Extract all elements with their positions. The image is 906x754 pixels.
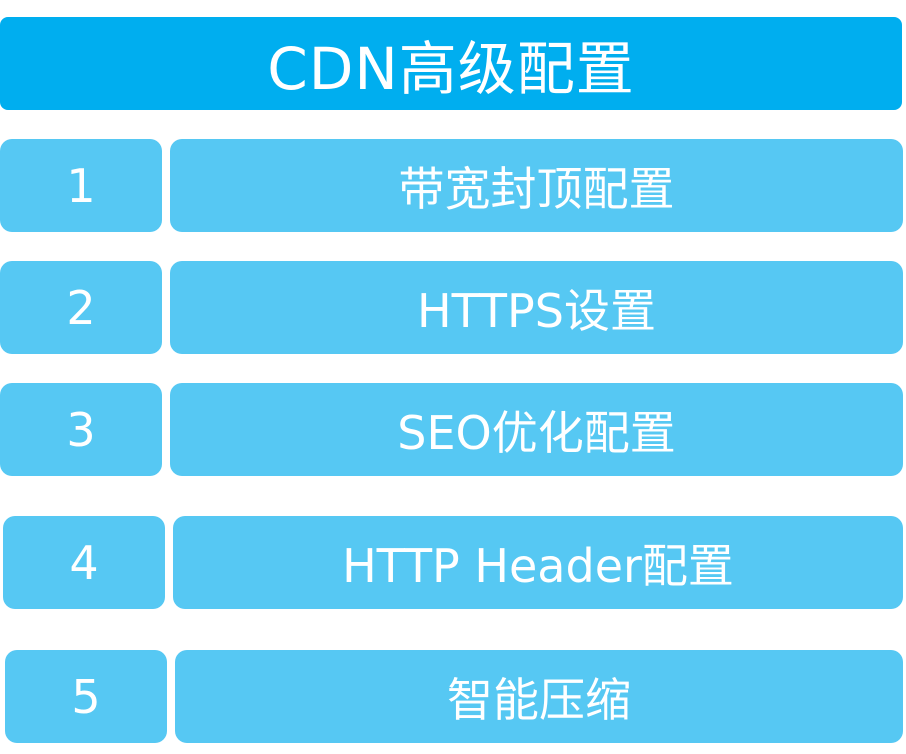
- item-label: 智能压缩: [175, 650, 903, 743]
- item-number: 3: [0, 383, 162, 476]
- item-label: HTTP Header配置: [173, 516, 903, 609]
- item-number: 5: [5, 650, 167, 743]
- item-label: 带宽封顶配置: [170, 139, 903, 232]
- item-number: 4: [3, 516, 165, 609]
- diagram-title: CDN高级配置: [0, 17, 902, 110]
- item-number: 2: [0, 261, 162, 354]
- item-label: HTTPS设置: [170, 261, 903, 354]
- item-number: 1: [0, 139, 162, 232]
- item-label: SEO优化配置: [170, 383, 903, 476]
